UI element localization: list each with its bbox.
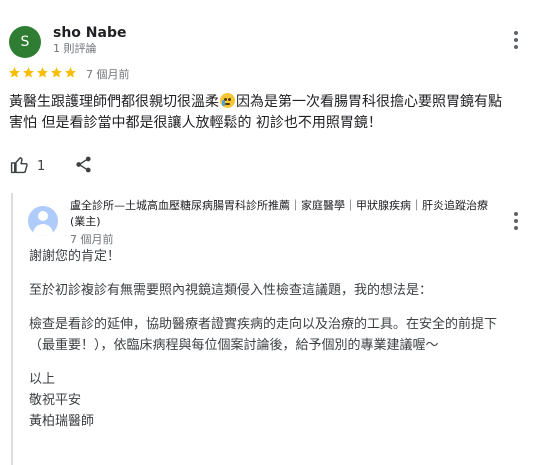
response-line: 以上 (29, 372, 56, 387)
response-line: 黃柏瑞醫師 (29, 414, 95, 429)
reviewer-avatar[interactable]: S (9, 26, 41, 58)
owner-name[interactable]: 盧全診所—土城高血壓糖尿病腸胃科診所推薦｜家庭醫學｜甲狀腺疾病｜肝炎追蹤治療 (… (70, 198, 500, 230)
response-line: 檢查是看診的延伸，協助醫療者證實疾病的走向以及治療的工具。在安全的前提下（最重要… (29, 317, 498, 353)
star-icon (8, 66, 21, 79)
like-button[interactable]: 1 (10, 155, 45, 178)
star-rating (8, 66, 77, 79)
owner-response-time: 7 個月前 (70, 233, 114, 246)
star-icon (50, 66, 63, 79)
owner-avatar[interactable] (28, 206, 58, 236)
share-icon (74, 156, 93, 178)
response-line: 敬祝平安 (29, 393, 82, 408)
review-time: 7 個月前 (86, 68, 130, 81)
thumb-up-icon (10, 155, 29, 178)
owner-response-divider (11, 193, 13, 465)
review-text: 黃醫生跟護理師們都很親切很溫柔 因為是第一次看腸胃科很擔心要照胃鏡有點害怕 但是看… (9, 92, 509, 134)
star-icon (36, 66, 49, 79)
reviewer-review-count: 1 則評論 (53, 42, 97, 55)
response-line: 謝謝您的肯定！ (29, 249, 121, 264)
owner-response-more-options-button[interactable] (506, 209, 526, 233)
reviewer-name[interactable]: sho Nabe (53, 25, 126, 41)
like-count: 1 (37, 159, 46, 174)
star-icon (22, 66, 35, 79)
share-button[interactable] (74, 155, 93, 178)
review-text-part1: 黃醫生跟護理師們都很親切很溫柔 (9, 94, 219, 110)
crying-face-emoji-icon (220, 93, 235, 108)
owner-response-text: 謝謝您的肯定！ 至於初診複診有無需要照內視鏡這類侵入性檢查這議題，我的想法是： … (29, 246, 519, 432)
response-line: 至於初診複診有無需要照內視鏡這類侵入性檢查這議題，我的想法是： (29, 283, 433, 298)
review-more-options-button[interactable] (506, 28, 526, 52)
star-icon (64, 66, 77, 79)
review-card: S sho Nabe 1 則評論 7 個月前 黃醫生跟護理師們都很親切很溫柔 因為… (0, 0, 542, 465)
